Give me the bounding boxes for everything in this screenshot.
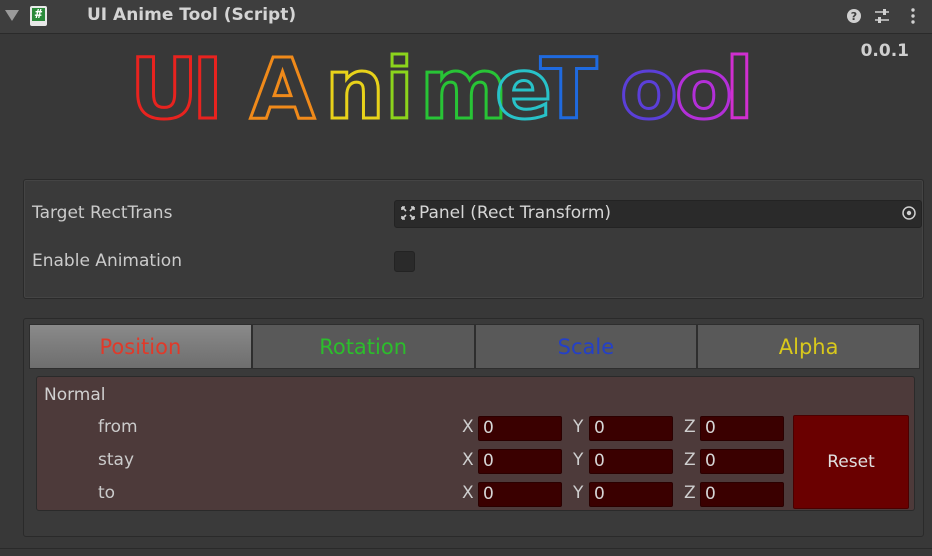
tab-scale[interactable]: Scale bbox=[474, 324, 698, 369]
y-axis-label: Y bbox=[573, 417, 584, 437]
tab-position[interactable]: Position bbox=[29, 324, 252, 369]
logo-letter: T bbox=[540, 40, 597, 138]
x-axis-label: X bbox=[462, 417, 474, 437]
svg-text:?: ? bbox=[851, 10, 857, 23]
settings-panel: Target RectTrans Panel (Rect Transform) … bbox=[23, 179, 924, 299]
y-axis-label: Y bbox=[573, 450, 584, 470]
section-title: Normal bbox=[44, 385, 106, 405]
tab-bar: Position Rotation Scale Alpha bbox=[29, 324, 920, 369]
tab-rotation[interactable]: Rotation bbox=[251, 324, 475, 369]
logo-letter: U bbox=[130, 40, 198, 138]
target-object-value: Panel (Rect Transform) bbox=[419, 203, 612, 223]
divider bbox=[0, 548, 932, 549]
stay-x-field[interactable]: 0 bbox=[478, 449, 562, 474]
animation-panel: Position Rotation Scale Alpha Normal Reset … bbox=[23, 318, 924, 537]
logo-letter: l bbox=[725, 40, 754, 138]
logo-letter: A bbox=[250, 40, 315, 138]
row-label-to: to bbox=[98, 483, 116, 503]
help-icon[interactable]: ? bbox=[845, 7, 863, 25]
logo-letter: o bbox=[620, 40, 678, 138]
normal-section: Normal Reset from X 0 Y 0 Z 0 stay X 0 Y 0 Z 0 to X 0 Y 0 Z… bbox=[36, 376, 915, 511]
logo-letter: I bbox=[192, 40, 223, 138]
row-label-from: from bbox=[98, 417, 138, 437]
kebab-menu-icon[interactable] bbox=[904, 7, 922, 25]
foldout-arrow-icon[interactable] bbox=[5, 10, 19, 21]
from-z-field[interactable]: 0 bbox=[700, 416, 784, 441]
enable-animation-checkbox[interactable] bbox=[394, 251, 415, 272]
object-picker-icon[interactable] bbox=[898, 202, 920, 224]
z-axis-label: Z bbox=[684, 417, 696, 437]
tab-alpha[interactable]: Alpha bbox=[697, 324, 920, 369]
to-y-field[interactable]: 0 bbox=[589, 482, 673, 507]
logo-letter: i bbox=[385, 40, 414, 138]
y-axis-label: Y bbox=[573, 483, 584, 503]
from-y-field[interactable]: 0 bbox=[589, 416, 673, 441]
target-recttrans-label: Target RectTrans bbox=[32, 203, 173, 223]
component-title: UI Anime Tool (Script) bbox=[87, 5, 297, 25]
stay-z-field[interactable]: 0 bbox=[700, 449, 784, 474]
script-icon: # bbox=[30, 6, 47, 26]
to-x-field[interactable]: 0 bbox=[478, 482, 562, 507]
enable-animation-label: Enable Animation bbox=[32, 251, 182, 271]
x-axis-label: X bbox=[462, 450, 474, 470]
component-header[interactable]: # UI Anime Tool (Script) ? bbox=[0, 0, 932, 34]
target-object-field[interactable]: Panel (Rect Transform) bbox=[394, 200, 922, 228]
z-axis-label: Z bbox=[684, 483, 696, 503]
row-label-stay: stay bbox=[98, 450, 135, 470]
z-axis-label: Z bbox=[684, 450, 696, 470]
from-x-field[interactable]: 0 bbox=[478, 416, 562, 441]
to-z-field[interactable]: 0 bbox=[700, 482, 784, 507]
reset-button[interactable]: Reset bbox=[793, 415, 909, 509]
version-label: 0.0.1 bbox=[860, 41, 909, 61]
logo-banner: UI An i meT ool bbox=[129, 40, 756, 140]
logo-letter: n bbox=[325, 40, 385, 138]
presets-icon[interactable] bbox=[873, 7, 891, 25]
x-axis-label: X bbox=[462, 483, 474, 503]
rect-transform-icon bbox=[401, 206, 415, 220]
stay-y-field[interactable]: 0 bbox=[589, 449, 673, 474]
